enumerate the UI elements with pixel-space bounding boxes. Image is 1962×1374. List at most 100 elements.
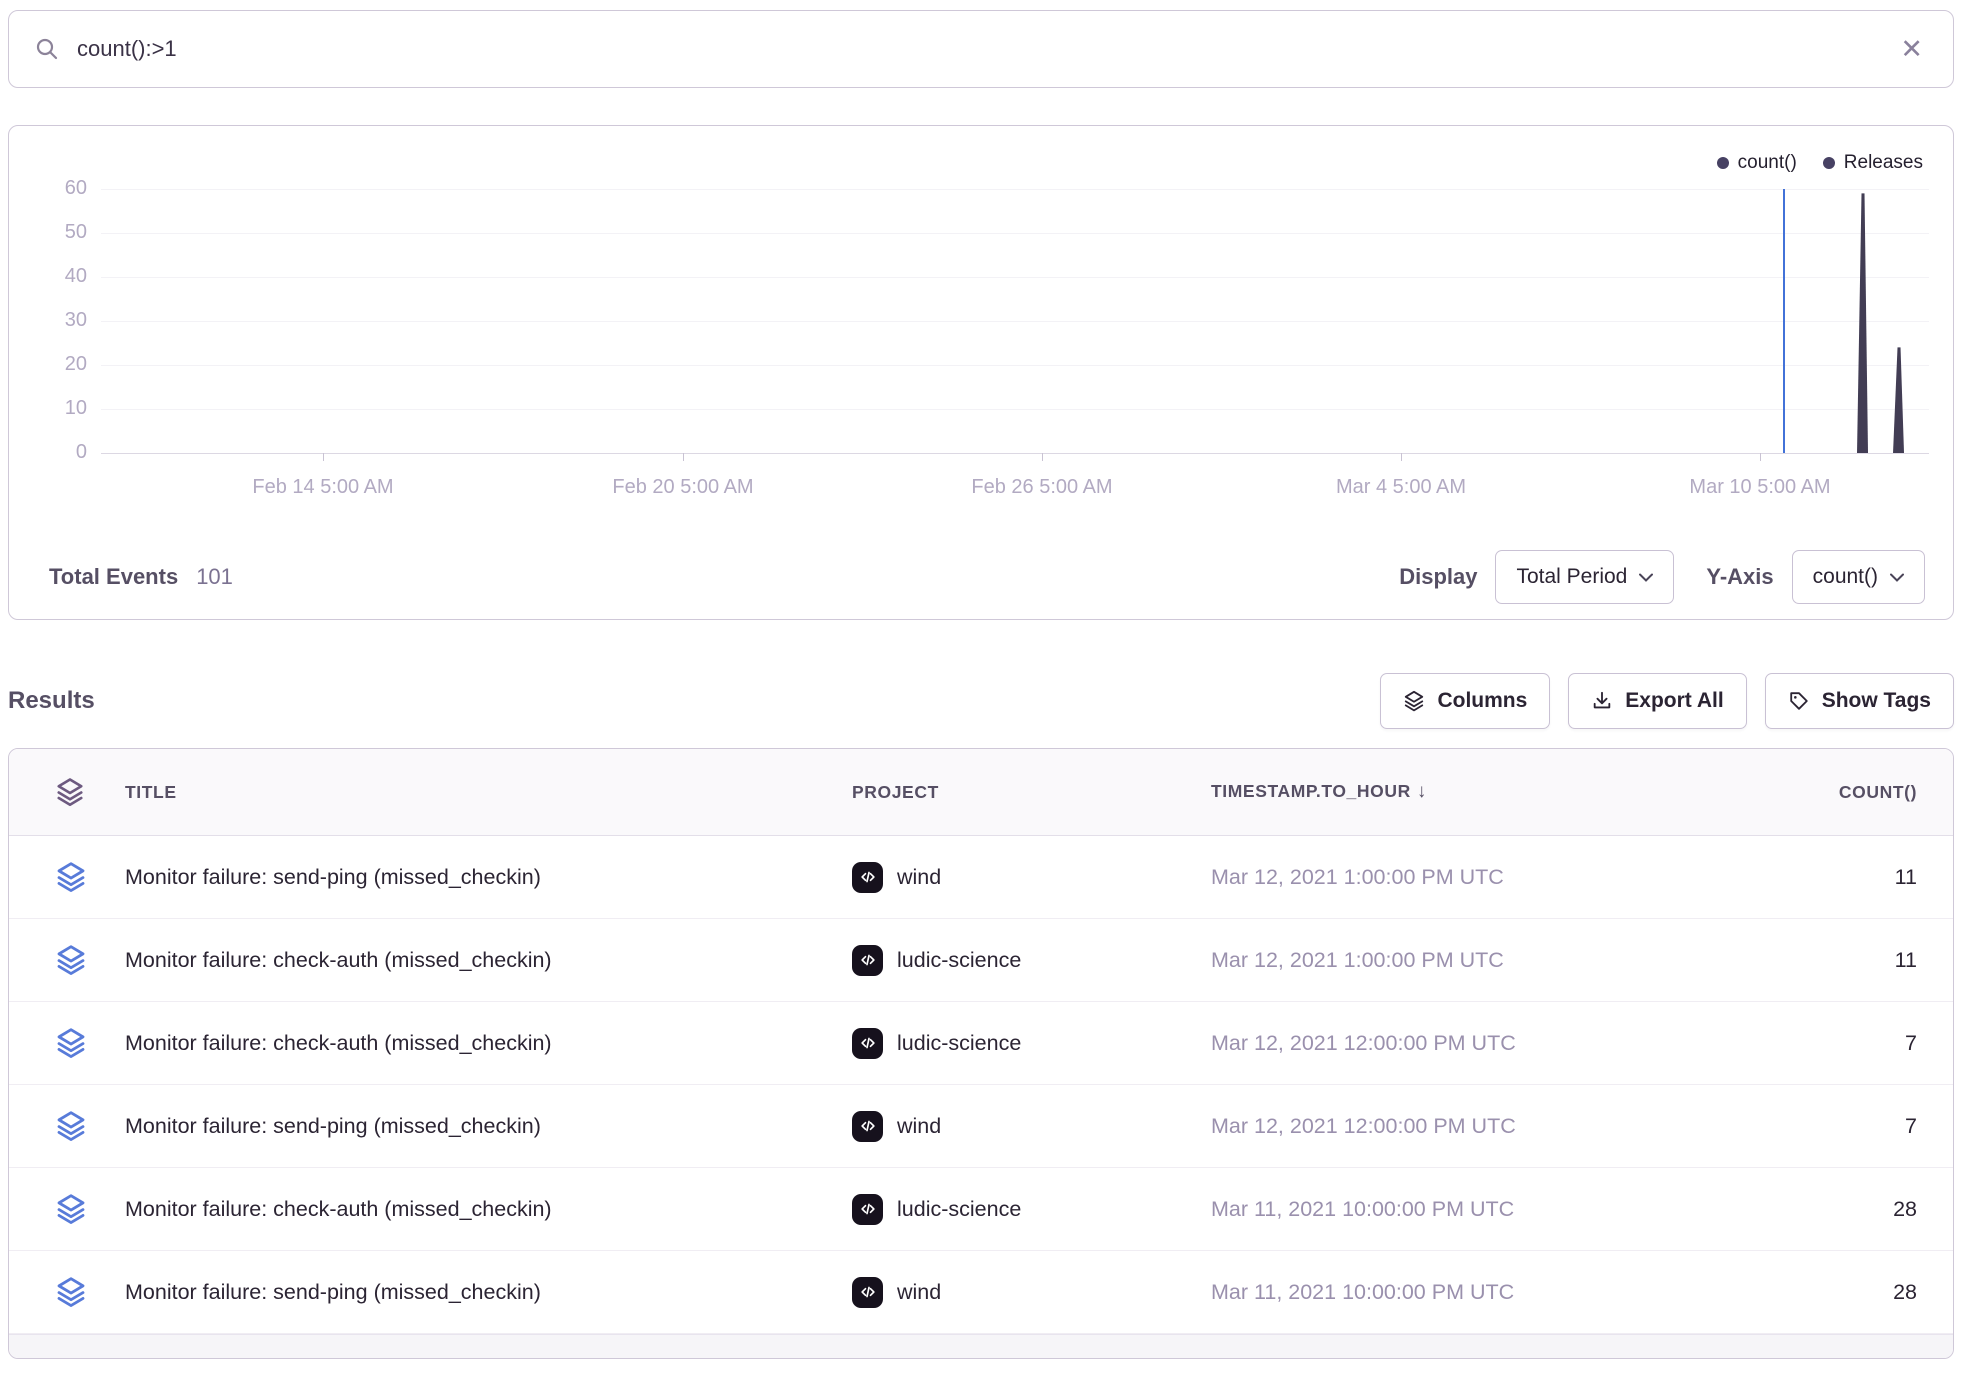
legend-item-count[interactable]: count() (1717, 152, 1797, 174)
project-name: wind (897, 1280, 941, 1305)
table-row[interactable]: Monitor failure: send-ping (missed_check… (9, 1085, 1953, 1168)
export-all-button[interactable]: Export All (1568, 673, 1746, 729)
y-tick-label: 20 (27, 353, 87, 376)
platform-code-icon (852, 1194, 883, 1225)
x-tick-mark (1042, 453, 1043, 461)
show-tags-button-label: Show Tags (1822, 689, 1931, 713)
project-cell: wind (852, 1277, 1211, 1308)
event-title: Monitor failure: send-ping (missed_check… (125, 865, 852, 890)
stack-header-icon (55, 777, 85, 807)
event-title: Monitor failure: send-ping (missed_check… (125, 1114, 852, 1139)
event-count: 11 (1795, 865, 1917, 890)
discover-page: ✕ count() Releases 60 50 40 30 2 (0, 0, 1962, 1374)
chart-panel: count() Releases 60 50 40 30 20 10 0 (8, 125, 1954, 620)
table-footer-strip (9, 1334, 1953, 1359)
x-tick-label: Feb 14 5:00 AM (208, 476, 438, 499)
columns-button-label: Columns (1437, 689, 1527, 713)
project-cell: ludic-science (852, 945, 1211, 976)
y-tick-label: 10 (27, 397, 87, 420)
results-title: Results (8, 687, 95, 715)
count-legend-dot-icon (1717, 157, 1729, 169)
search-icon (35, 37, 59, 61)
stack-event-icon (55, 944, 87, 976)
column-header-timestamp-label: TIMESTAMP.TO_HOUR (1211, 781, 1411, 801)
sort-desc-icon: ↓ (1417, 781, 1427, 802)
project-cell: wind (852, 1111, 1211, 1142)
platform-code-icon (852, 862, 883, 893)
event-count: 28 (1795, 1197, 1917, 1222)
event-title: Monitor failure: send-ping (missed_check… (125, 1280, 852, 1305)
releases-legend-label: Releases (1844, 152, 1923, 174)
display-dropdown[interactable]: Total Period (1495, 550, 1674, 604)
table-row[interactable]: Monitor failure: check-auth (missed_chec… (9, 1002, 1953, 1085)
x-tick-label: Feb 26 5:00 AM (927, 476, 1157, 499)
event-timestamp: Mar 11, 2021 10:00:00 PM UTC (1211, 1197, 1795, 1222)
yaxis-dropdown-value: count() (1813, 565, 1878, 589)
yaxis-dropdown[interactable]: count() (1792, 550, 1925, 604)
x-tick-mark (1401, 453, 1402, 461)
event-title: Monitor failure: check-auth (missed_chec… (125, 1197, 852, 1222)
event-title: Monitor failure: check-auth (missed_chec… (125, 1031, 852, 1056)
event-timestamp: Mar 12, 2021 12:00:00 PM UTC (1211, 1114, 1795, 1139)
x-tick-mark (1760, 453, 1761, 461)
platform-code-icon (852, 1277, 883, 1308)
event-timestamp: Mar 12, 2021 1:00:00 PM UTC (1211, 865, 1795, 890)
clear-search-icon[interactable]: ✕ (1896, 32, 1927, 67)
chevron-down-icon (1890, 573, 1904, 582)
column-header-project[interactable]: PROJECT (852, 782, 1211, 803)
y-tick-label: 40 (27, 265, 87, 288)
total-events-value: 101 (196, 564, 233, 590)
total-events-label: Total Events (49, 564, 178, 590)
y-tick-label: 0 (27, 441, 87, 464)
chevron-down-icon (1639, 573, 1653, 582)
stack-event-icon (55, 861, 87, 893)
stack-event-icon (55, 1276, 87, 1308)
event-count: 28 (1795, 1280, 1917, 1305)
count-legend-label: count() (1738, 152, 1797, 174)
event-count: 7 (1795, 1114, 1917, 1139)
chart-legend: count() Releases (1717, 152, 1923, 174)
project-name: ludic-science (897, 1031, 1021, 1056)
table-row[interactable]: Monitor failure: send-ping (missed_check… (9, 836, 1953, 919)
project-cell: ludic-science (852, 1028, 1211, 1059)
releases-legend-dot-icon (1823, 157, 1835, 169)
table-row[interactable]: Monitor failure: send-ping (missed_check… (9, 1251, 1953, 1334)
column-header-count[interactable]: COUNT() (1795, 782, 1917, 803)
project-cell: ludic-science (852, 1194, 1211, 1225)
results-bar: Results Columns Export All Show Tags (8, 672, 1954, 730)
search-input[interactable] (77, 36, 1896, 62)
platform-code-icon (852, 945, 883, 976)
yaxis-label: Y-Axis (1706, 564, 1773, 590)
project-name: ludic-science (897, 948, 1021, 973)
event-count: 11 (1795, 948, 1917, 973)
download-icon (1591, 690, 1613, 712)
x-tick-label: Mar 4 5:00 AM (1286, 476, 1516, 499)
count-series-svg (101, 189, 1929, 453)
x-tick-label: Mar 10 5:00 AM (1645, 476, 1875, 499)
columns-stack-icon (1403, 690, 1425, 712)
column-header-title[interactable]: TITLE (125, 782, 852, 803)
tag-icon (1788, 690, 1810, 712)
platform-code-icon (852, 1028, 883, 1059)
y-tick-label: 50 (27, 221, 87, 244)
stack-event-icon (55, 1027, 87, 1059)
column-header-timestamp[interactable]: TIMESTAMP.TO_HOUR ↓ (1211, 781, 1795, 803)
table-row[interactable]: Monitor failure: check-auth (missed_chec… (9, 919, 1953, 1002)
y-tick-label: 60 (27, 177, 87, 200)
stack-event-icon (55, 1193, 87, 1225)
platform-code-icon (852, 1111, 883, 1142)
x-tick-label: Feb 20 5:00 AM (568, 476, 798, 499)
search-bar: ✕ (8, 10, 1954, 88)
project-name: wind (897, 1114, 941, 1139)
show-tags-button[interactable]: Show Tags (1765, 673, 1954, 729)
event-count: 7 (1795, 1031, 1917, 1056)
chart-plot[interactable]: 60 50 40 30 20 10 0 Feb 14 5:00 AM Feb 2… (101, 189, 1929, 453)
display-dropdown-value: Total Period (1516, 565, 1627, 589)
columns-button[interactable]: Columns (1380, 673, 1550, 729)
x-tick-mark (323, 453, 324, 461)
legend-item-releases[interactable]: Releases (1823, 152, 1923, 174)
display-label: Display (1399, 564, 1477, 590)
chart-footer: Total Events 101 Display Total Period Y-… (49, 549, 1925, 605)
stack-event-icon (55, 1110, 87, 1142)
table-row[interactable]: Monitor failure: check-auth (missed_chec… (9, 1168, 1953, 1251)
